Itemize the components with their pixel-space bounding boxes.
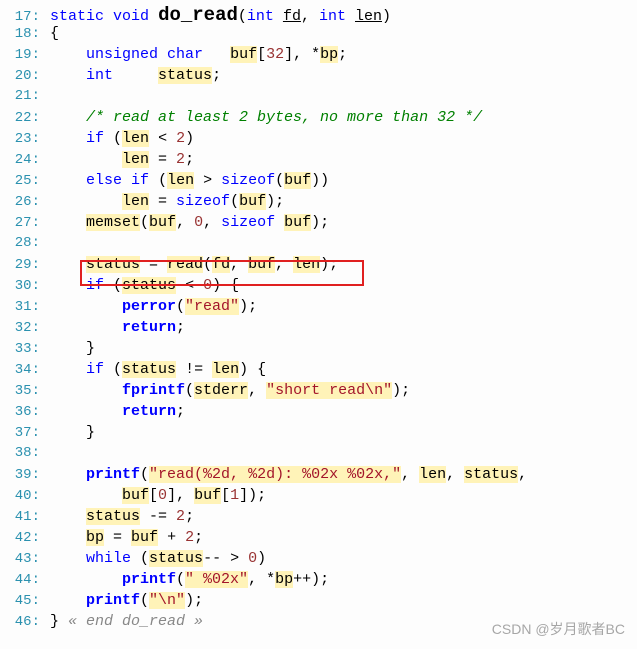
code-line: 30: if (status < 0) { (0, 277, 637, 298)
line-number: 43: (0, 551, 44, 567)
line-number: 20: (0, 68, 44, 84)
line-number: 28: (0, 235, 44, 251)
line-number: 26: (0, 194, 44, 210)
line-number: 45: (0, 593, 44, 609)
line-number: 24: (0, 152, 44, 168)
code-line: 31: perror("read"); (0, 298, 637, 319)
code-line: 20: int status; (0, 67, 637, 88)
line-number: 36: (0, 404, 44, 420)
line-number: 33: (0, 341, 44, 357)
line-number: 41: (0, 509, 44, 525)
code-line: 43: while (status-- > 0) (0, 550, 637, 571)
code-line: 27: memset(buf, 0, sizeof buf); (0, 214, 637, 235)
code-line: 22: /* read at least 2 bytes, no more th… (0, 109, 637, 130)
line-number: 23: (0, 131, 44, 147)
line-number: 32: (0, 320, 44, 336)
code-line: 35: fprintf(stderr, "short read\n"); (0, 382, 637, 403)
code-line: 18:{ (0, 25, 637, 46)
line-number: 38: (0, 445, 44, 461)
line-number: 31: (0, 299, 44, 315)
line-number: 22: (0, 110, 44, 126)
function-name: do_read (158, 4, 238, 26)
code-line: 26: len = sizeof(buf); (0, 193, 637, 214)
code-line: 42: bp = buf + 2; (0, 529, 637, 550)
code-line: 29: status = read(fd, buf, len); (0, 256, 637, 277)
code-line: 34: if (status != len) { (0, 361, 637, 382)
line-number: 29: (0, 257, 44, 273)
code-line: 32: return; (0, 319, 637, 340)
code-block: 17:static void do_read(int fd, int len) … (0, 0, 637, 634)
code-line: 21: (0, 88, 637, 109)
line-number: 35: (0, 383, 44, 399)
line-number: 21: (0, 88, 44, 104)
line-number: 46: (0, 614, 44, 630)
code-line: 45: printf("\n"); (0, 592, 637, 613)
code-line: 36: return; (0, 403, 637, 424)
line-number: 18: (0, 26, 44, 42)
line-number: 19: (0, 47, 44, 63)
code-line: 23: if (len < 2) (0, 130, 637, 151)
code-line: 28: (0, 235, 637, 256)
code-line: 38: (0, 445, 637, 466)
line-number: 37: (0, 425, 44, 441)
code-line: 44: printf(" %02x", *bp++); (0, 571, 637, 592)
code-line: 41: status -= 2; (0, 508, 637, 529)
code-line: 33: } (0, 340, 637, 361)
line-number: 34: (0, 362, 44, 378)
line-number: 40: (0, 488, 44, 504)
code-line: 24: len = 2; (0, 151, 637, 172)
code-line: 17:static void do_read(int fd, int len) (0, 4, 637, 25)
code-line: 19: unsigned char buf[32], *bp; (0, 46, 637, 67)
line-number: 30: (0, 278, 44, 294)
line-number: 25: (0, 173, 44, 189)
code-line: 37: } (0, 424, 637, 445)
code-line: 25: else if (len > sizeof(buf)) (0, 172, 637, 193)
line-number: 42: (0, 530, 44, 546)
line-number: 44: (0, 572, 44, 588)
code-line: 40: buf[0], buf[1]); (0, 487, 637, 508)
line-number: 39: (0, 467, 44, 483)
code-line: 39: printf("read(%2d, %2d): %02x %02x,",… (0, 466, 637, 487)
line-number: 27: (0, 215, 44, 231)
watermark-text: CSDN @岁月歌者BC (492, 619, 625, 639)
line-number: 17: (0, 9, 44, 25)
